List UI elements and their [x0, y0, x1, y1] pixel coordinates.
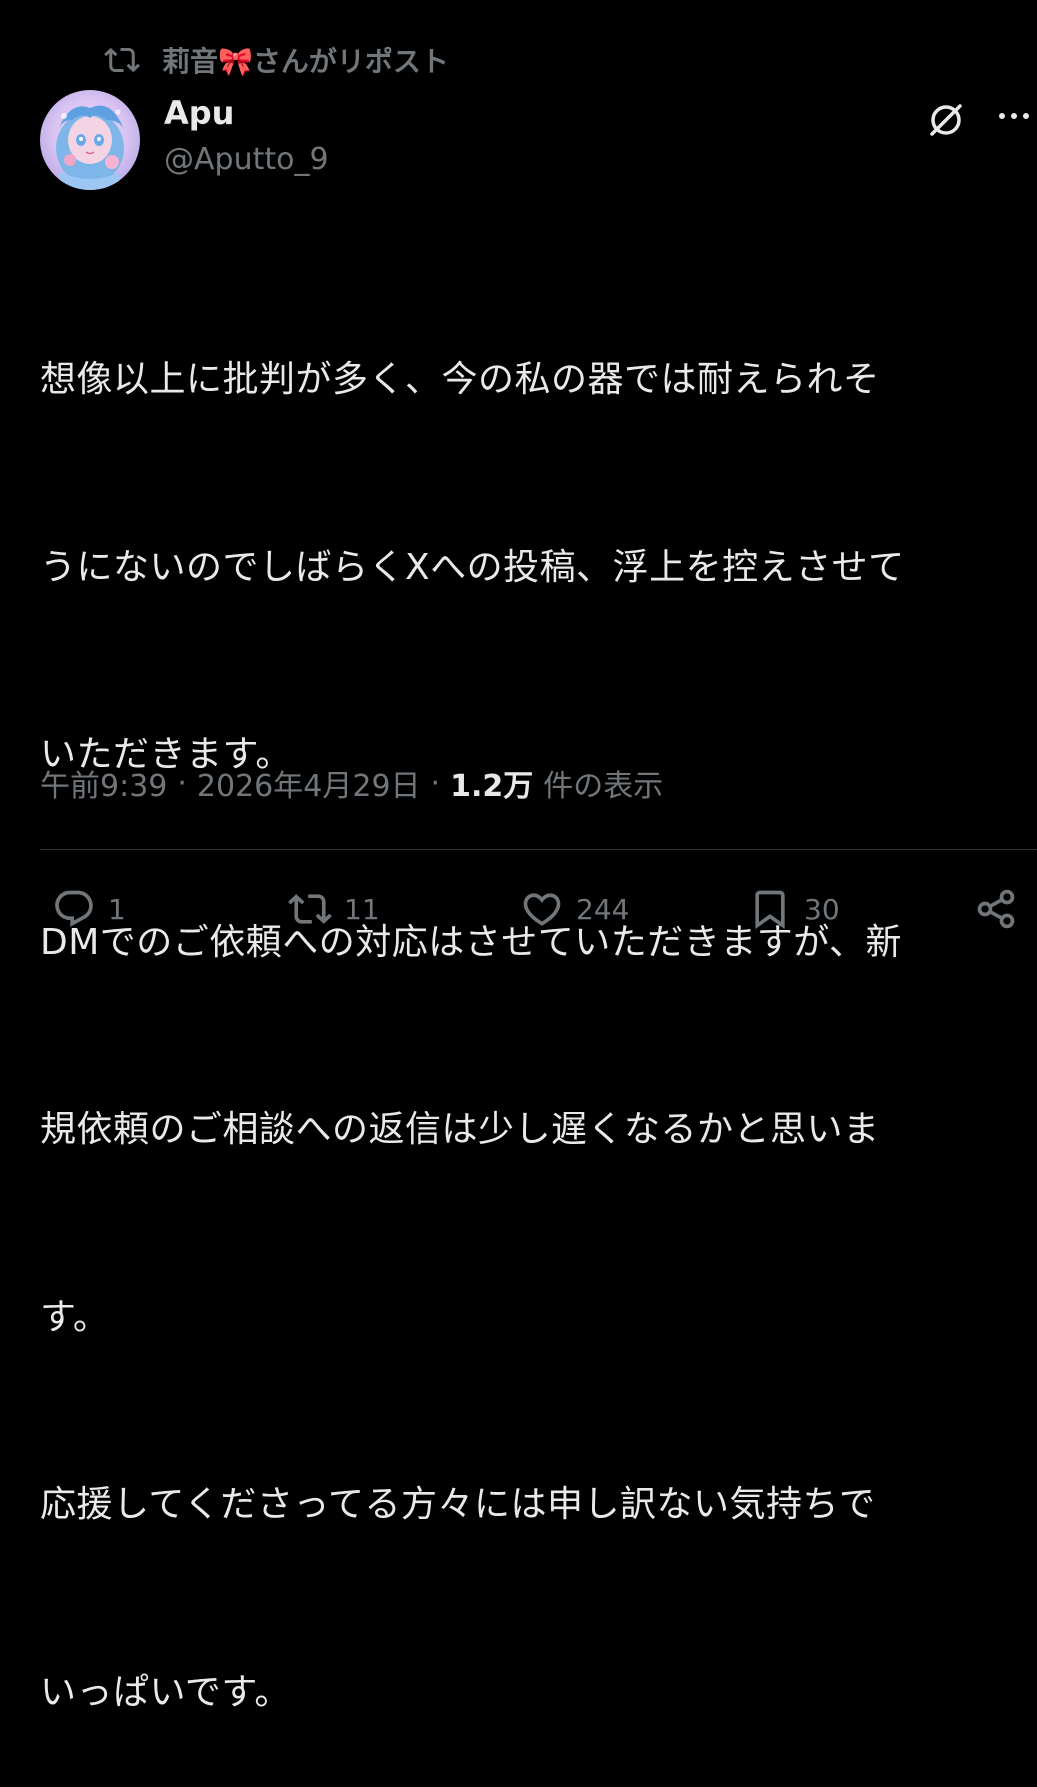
bookmark-count: 30: [804, 892, 840, 926]
tweet-time[interactable]: 午前9:39: [40, 761, 167, 805]
display-name[interactable]: Apu: [164, 94, 234, 132]
like-button[interactable]: 244: [520, 884, 629, 934]
like-count: 244: [576, 892, 630, 926]
avatar-image: [40, 90, 140, 190]
repost-button[interactable]: 11: [288, 884, 380, 934]
more-icon[interactable]: [994, 96, 1034, 136]
divider: [40, 849, 1037, 850]
share-icon: [977, 889, 1015, 929]
avatar[interactable]: [40, 90, 140, 190]
reply-button[interactable]: 1: [52, 884, 126, 934]
tweet-text: 想像以上に批判が多く、今の私の器では耐えられそ うにないのでしばらくXへの投稿、…: [40, 224, 1034, 1787]
repost-text: 莉音🎀さんがリポスト: [162, 45, 449, 78]
tweet-line: す。: [40, 1296, 110, 1338]
reply-count: 1: [108, 892, 126, 926]
action-bar: 1 11 244 30: [0, 878, 1037, 942]
tweet-line: いっぱいです。: [40, 1671, 291, 1713]
tweet-date[interactable]: 2026年4月29日: [197, 761, 421, 805]
tweet-line: 応援してくださってる方々には申し訳ない気持ちで: [40, 1484, 876, 1525]
repost-count: 11: [344, 892, 380, 926]
reply-icon: [55, 890, 93, 927]
tweet-line: 規依頼のご相談への返信は少し遅くなるかと思いま: [40, 1109, 880, 1150]
meta-separator: ·: [177, 765, 187, 801]
tweet-meta: 午前9:39 · 2026年4月29日 · 1.2万 件の表示: [40, 758, 663, 808]
bookmark-button[interactable]: 30: [748, 884, 840, 934]
share-button[interactable]: [974, 884, 1018, 934]
heart-icon: [523, 893, 561, 926]
views-label: 件の表示: [543, 769, 664, 804]
tweet-line: うにないのでしばらくXへの投稿、浮上を控えさせて: [40, 546, 905, 588]
tweet-line: 想像以上に批判が多く、今の私の器では耐えられそ: [40, 359, 880, 400]
repost-indicator[interactable]: 莉音🎀さんがリポスト: [104, 38, 449, 82]
repost-icon: [104, 47, 140, 73]
views-count[interactable]: 1.2万: [450, 761, 533, 805]
grok-icon[interactable]: [922, 96, 970, 144]
bookmark-icon: [755, 890, 785, 930]
user-handle[interactable]: @Aputto_9: [164, 142, 329, 177]
meta-separator: ·: [430, 765, 441, 801]
repost-icon: [288, 894, 332, 924]
